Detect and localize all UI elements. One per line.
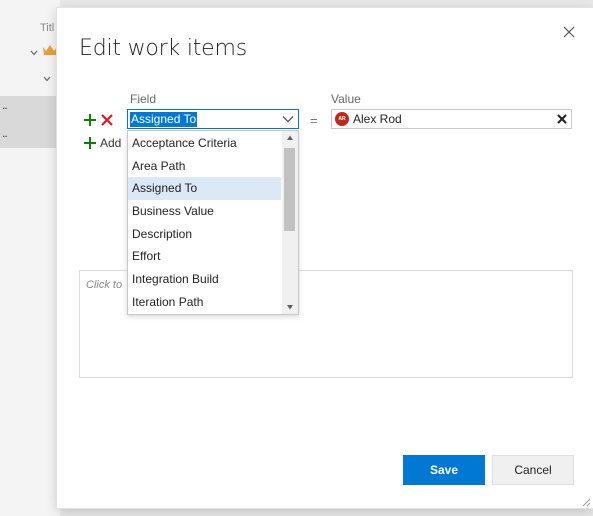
field-select[interactable]: Assigned To [127, 109, 299, 129]
resize-grip-icon[interactable] [582, 498, 591, 507]
field-option-effort[interactable]: Effort [128, 245, 281, 268]
add-field-label: Add [100, 136, 122, 150]
add-row-icon[interactable] [83, 113, 97, 127]
close-icon[interactable] [561, 24, 577, 40]
value-field[interactable]: AR Alex Rod [331, 109, 572, 129]
operator-equals: = [310, 113, 318, 128]
field-dropdown-list[interactable]: Acceptance Criteria Area Path Assigned T… [127, 130, 299, 315]
avatar: AR [335, 112, 349, 126]
value-column-header: Value [331, 92, 361, 106]
row-more-icon[interactable]: .. [2, 98, 8, 112]
chevron-down-icon[interactable] [30, 50, 38, 56]
field-options: Acceptance Criteria Area Path Assigned T… [128, 132, 281, 314]
scroll-up-icon[interactable] [286, 134, 294, 142]
save-button[interactable]: Save [403, 455, 485, 485]
plus-icon [84, 137, 96, 149]
scrollbar-thumb[interactable] [284, 148, 295, 231]
clear-value-icon[interactable] [556, 113, 568, 125]
field-option-area-path[interactable]: Area Path [128, 155, 281, 178]
discussion-placeholder: Click to [86, 279, 123, 291]
field-option-assigned-to[interactable]: Assigned To [128, 177, 281, 201]
field-option-business-value[interactable]: Business Value [128, 200, 281, 223]
field-option-acceptance-criteria[interactable]: Acceptance Criteria [128, 132, 281, 155]
assigned-user-name: Alex Rod [353, 112, 402, 126]
field-option-description[interactable]: Description [128, 223, 281, 246]
chevron-down-icon[interactable] [43, 76, 51, 82]
remove-row-icon[interactable] [100, 113, 114, 127]
background-selected-rows [0, 96, 60, 148]
row-more-icon[interactable]: .. [2, 126, 8, 140]
background-title-column-header: Titl [40, 22, 55, 34]
field-option-integration-build[interactable]: Integration Build [128, 268, 281, 291]
field-option-iteration-path[interactable]: Iteration Path [128, 291, 281, 314]
dialog-title: Edit work items [79, 36, 247, 61]
scroll-down-icon[interactable] [286, 303, 294, 311]
background-work-item-list: Titl .. .. [0, 0, 60, 516]
cancel-button[interactable]: Cancel [492, 455, 574, 485]
crown-icon [43, 45, 57, 55]
field-column-header: Field [130, 92, 157, 106]
dropdown-scrollbar[interactable] [282, 131, 298, 314]
edit-work-items-dialog: Edit work items Field Value Assigned To … [57, 8, 593, 508]
chevron-down-icon[interactable] [282, 115, 294, 123]
field-select-value: Assigned To [130, 112, 198, 127]
